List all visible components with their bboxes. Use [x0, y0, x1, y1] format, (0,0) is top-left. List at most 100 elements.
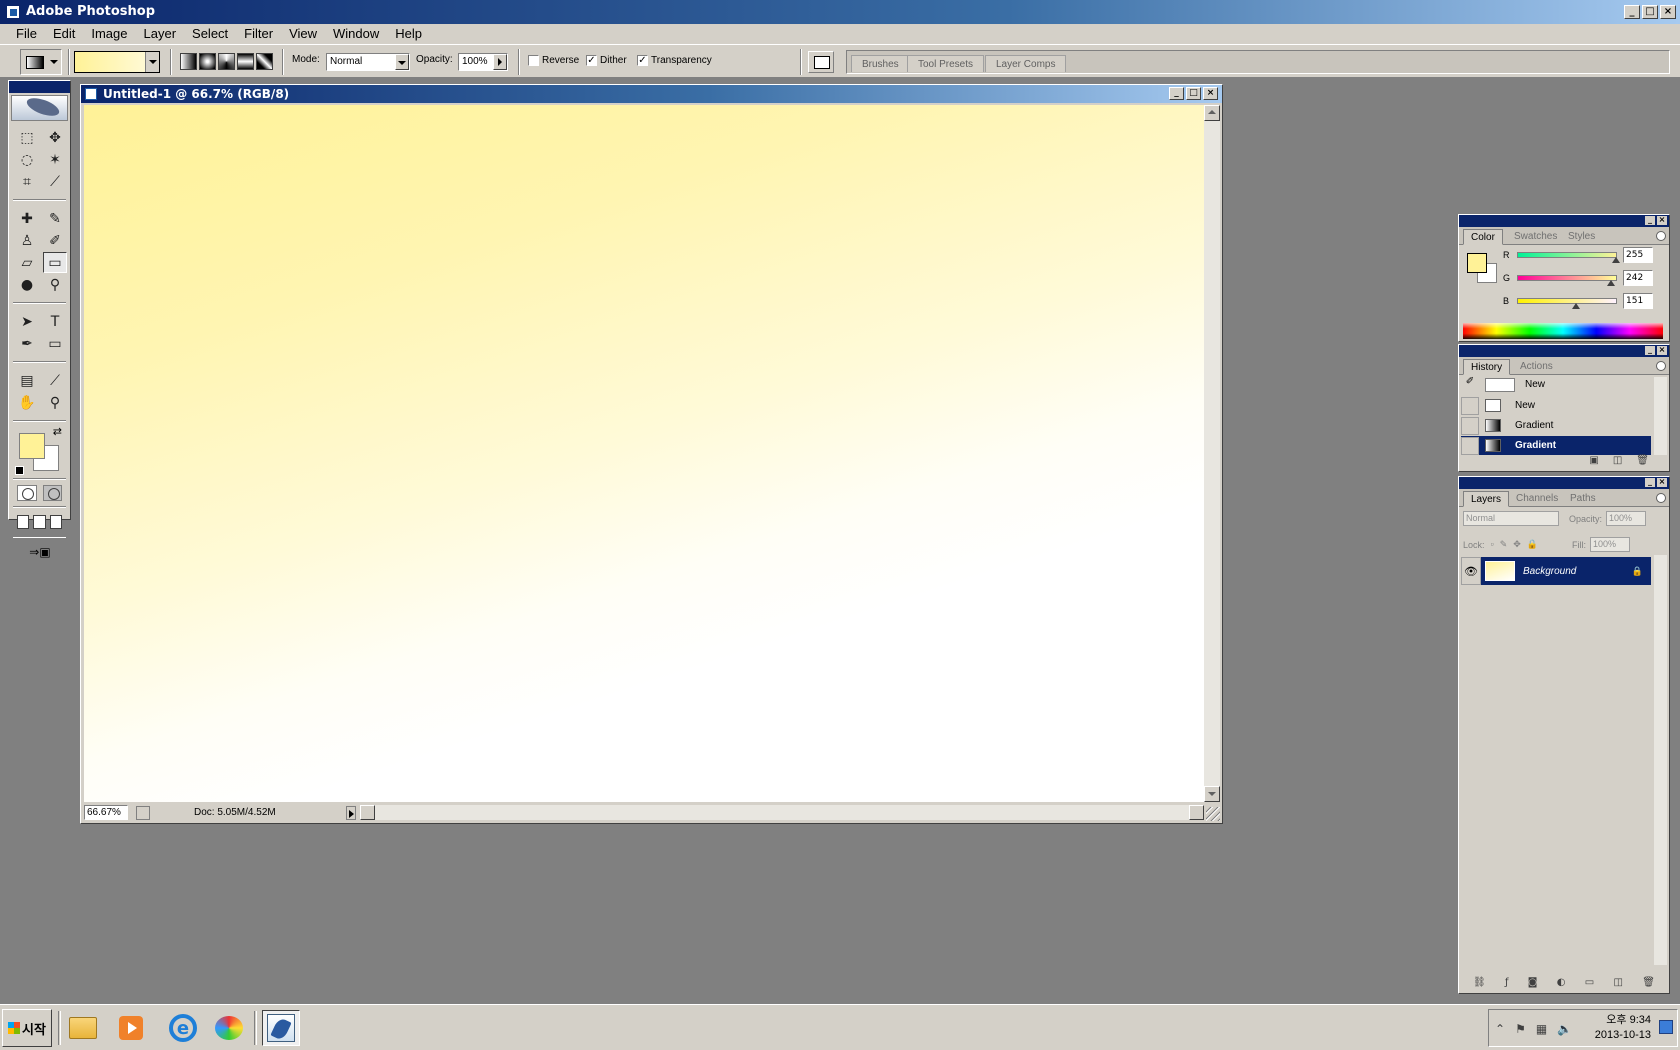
- doc-close-button[interactable]: ×: [1203, 87, 1218, 100]
- mode-select[interactable]: Normal: [326, 53, 410, 71]
- tab-actions[interactable]: Actions: [1513, 359, 1560, 375]
- green-slider[interactable]: [1517, 275, 1617, 286]
- fill-field[interactable]: 100%: [1590, 537, 1630, 552]
- well-tab-tool-presets[interactable]: Tool Presets: [907, 55, 985, 72]
- taskbar-explorer[interactable]: [64, 1010, 102, 1046]
- horizontal-scrollbar[interactable]: [360, 805, 1204, 820]
- tab-styles[interactable]: Styles: [1561, 229, 1602, 245]
- start-button[interactable]: 시작: [2, 1009, 52, 1047]
- notes-tool-icon[interactable]: ▤: [15, 370, 39, 391]
- menu-select[interactable]: Select: [184, 24, 236, 44]
- red-value-field[interactable]: 255: [1623, 247, 1653, 263]
- panel-menu-icon[interactable]: [1656, 493, 1666, 503]
- layer-body[interactable]: Background 🔒: [1481, 557, 1651, 585]
- reverse-checkbox[interactable]: Reverse: [528, 55, 579, 66]
- checkbox-box[interactable]: ✓: [586, 55, 597, 66]
- checkbox-box[interactable]: [528, 55, 539, 66]
- green-value-field[interactable]: 242: [1623, 270, 1653, 286]
- layer-mask-icon[interactable]: ◙: [1528, 977, 1538, 991]
- history-item-selected[interactable]: Gradient: [1461, 436, 1651, 455]
- close-button[interactable]: ×: [1660, 5, 1676, 19]
- panel-titlebar[interactable]: _ ×: [1459, 477, 1669, 489]
- menu-file[interactable]: File: [8, 24, 45, 44]
- slider-thumb[interactable]: [1612, 257, 1620, 263]
- well-tab-layer-comps[interactable]: Layer Comps: [985, 55, 1067, 72]
- checkbox-box[interactable]: ✓: [637, 55, 648, 66]
- foreground-color-swatch[interactable]: [19, 433, 45, 459]
- slider-thumb[interactable]: [1572, 303, 1581, 309]
- panel-menu-icon[interactable]: [1656, 231, 1666, 241]
- marquee-tool-icon[interactable]: ⬚: [15, 127, 39, 148]
- new-group-icon[interactable]: ▭: [1585, 977, 1594, 991]
- history-item[interactable]: Gradient: [1461, 416, 1651, 435]
- blur-tool-icon[interactable]: ●: [15, 274, 39, 295]
- standard-screen-mode-icon[interactable]: [17, 515, 30, 529]
- move-tool-icon[interactable]: ✥: [43, 127, 67, 148]
- panel-titlebar[interactable]: _ ×: [1459, 345, 1669, 357]
- menu-layer[interactable]: Layer: [136, 24, 185, 44]
- file-browser-icon[interactable]: [808, 51, 834, 73]
- menu-edit[interactable]: Edit: [45, 24, 83, 44]
- history-scrollbar[interactable]: [1654, 377, 1667, 455]
- taskbar-paint[interactable]: [210, 1010, 248, 1046]
- layer-opacity-field[interactable]: 100%: [1606, 511, 1647, 526]
- dodge-tool-icon[interactable]: ⚲: [43, 274, 67, 295]
- taskbar-media-player[interactable]: [112, 1010, 150, 1046]
- history-brush-source-icon[interactable]: ✐: [1461, 376, 1479, 394]
- eye-icon[interactable]: 👁: [1461, 557, 1481, 585]
- linear-gradient-icon[interactable]: [180, 53, 197, 70]
- system-clock[interactable]: 오후 9:34 2013-10-13: [1595, 1013, 1651, 1043]
- quick-mask-mode-icon[interactable]: [42, 485, 62, 501]
- doc-maximize-button[interactable]: □: [1186, 87, 1201, 100]
- doc-minimize-button[interactable]: _: [1169, 87, 1184, 100]
- panel-minimize-button[interactable]: _: [1645, 216, 1655, 225]
- history-item[interactable]: New: [1461, 396, 1651, 415]
- opacity-field[interactable]: 100%: [458, 53, 508, 71]
- blue-slider[interactable]: [1517, 298, 1617, 309]
- gradient-tool-icon[interactable]: ▭: [43, 252, 67, 273]
- lasso-tool-icon[interactable]: ◌: [15, 149, 39, 170]
- healing-brush-tool-icon[interactable]: ✚: [15, 208, 39, 229]
- angle-gradient-icon[interactable]: [218, 53, 235, 70]
- layer-row[interactable]: 👁 Background 🔒: [1461, 557, 1651, 585]
- zoom-tool-icon[interactable]: ⚲: [43, 392, 67, 413]
- crop-tool-icon[interactable]: ⌗: [15, 171, 39, 192]
- diamond-gradient-icon[interactable]: [256, 53, 273, 70]
- new-layer-icon[interactable]: ◫: [1614, 977, 1623, 991]
- standard-mode-icon[interactable]: [17, 485, 37, 501]
- lock-options-icon[interactable]: ▫✎✥🔒: [1491, 539, 1544, 550]
- hand-tool-icon[interactable]: ✋: [15, 392, 39, 413]
- foreground-color-swatch[interactable]: [1467, 253, 1487, 273]
- history-source-box[interactable]: [1461, 416, 1479, 435]
- eraser-tool-icon[interactable]: ▱: [15, 252, 39, 273]
- menu-filter[interactable]: Filter: [236, 24, 281, 44]
- photoshop-app-icon[interactable]: [6, 5, 20, 19]
- history-source-box[interactable]: [1461, 436, 1479, 455]
- panel-close-button[interactable]: ×: [1657, 346, 1667, 355]
- history-snapshot[interactable]: ✐ New: [1461, 375, 1651, 394]
- red-slider[interactable]: [1517, 252, 1620, 263]
- panel-minimize-button[interactable]: _: [1645, 346, 1655, 355]
- full-screen-menu-mode-icon[interactable]: [33, 515, 46, 529]
- tab-layers[interactable]: Layers: [1463, 491, 1510, 507]
- dither-checkbox[interactable]: ✓ Dither: [586, 55, 627, 66]
- adobe-online-icon[interactable]: [11, 95, 68, 121]
- radial-gradient-icon[interactable]: [199, 53, 216, 70]
- tab-history[interactable]: History: [1463, 359, 1511, 375]
- vertical-scrollbar[interactable]: [1204, 105, 1220, 802]
- history-source-box[interactable]: [1461, 396, 1479, 415]
- volume-icon[interactable]: 🔈: [1557, 1022, 1572, 1036]
- zoom-field[interactable]: 66.67%: [84, 805, 128, 820]
- tab-color[interactable]: Color: [1463, 229, 1503, 245]
- swap-colors-icon[interactable]: ⇄: [53, 425, 62, 438]
- document-titlebar[interactable]: Untitled-1 @ 66.7% (RGB/8) _ □ ×: [81, 85, 1222, 103]
- slice-tool-icon[interactable]: ⟋: [43, 171, 67, 192]
- blend-mode-select[interactable]: Normal: [1463, 511, 1559, 526]
- taskbar-internet-explorer[interactable]: e: [164, 1010, 202, 1046]
- scroll-up-button[interactable]: [1204, 105, 1220, 121]
- show-hidden-icons-icon[interactable]: ⌃: [1495, 1022, 1505, 1036]
- adjustment-layer-icon[interactable]: ◐: [1557, 977, 1566, 991]
- layer-style-icon[interactable]: ƒ: [1505, 977, 1509, 991]
- menu-window[interactable]: Window: [325, 24, 387, 44]
- chevron-down-icon[interactable]: [145, 52, 159, 72]
